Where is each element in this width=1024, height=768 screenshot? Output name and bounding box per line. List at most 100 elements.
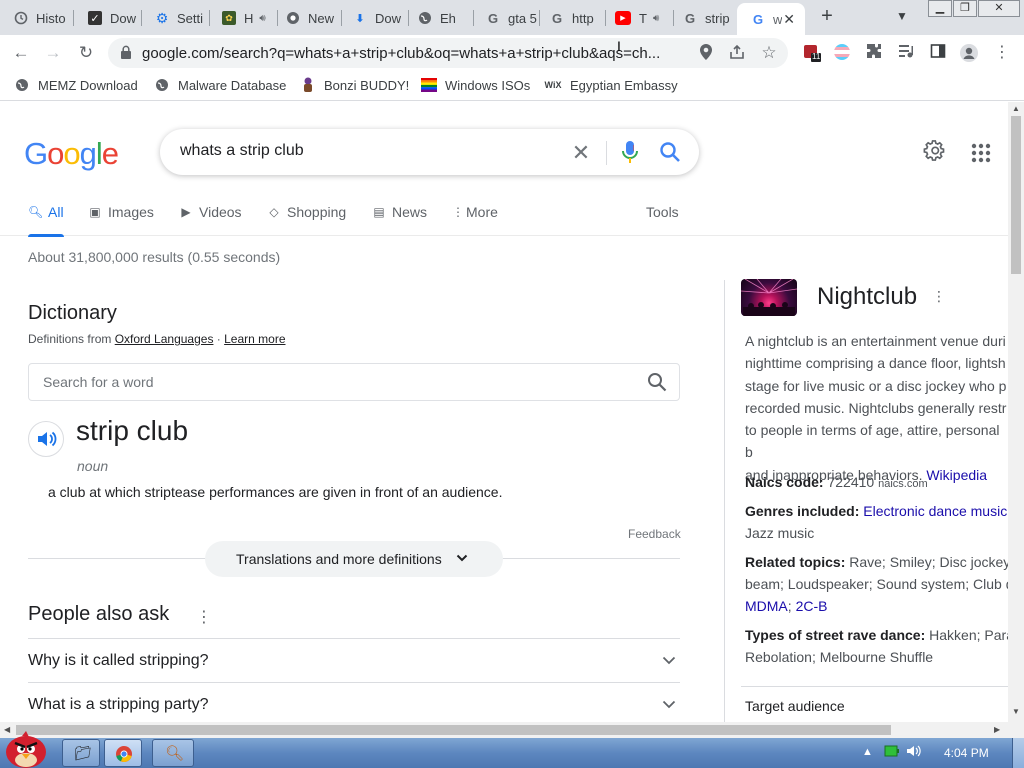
tab-download[interactable]: ✓ Dow bbox=[74, 3, 140, 33]
taskbar-search-button[interactable]: 🔍︎ bbox=[152, 739, 194, 767]
tools-button[interactable]: Tools bbox=[646, 204, 679, 220]
video-icon: ▶ bbox=[181, 205, 191, 219]
nightclub-thumbnail[interactable] bbox=[741, 279, 797, 316]
tab-eh[interactable]: Eh bbox=[404, 3, 472, 33]
tab-label: Eh bbox=[440, 10, 456, 26]
address-bar[interactable]: google.com/search?q=whats+a+strip+club&o… bbox=[108, 38, 788, 68]
naics-source[interactable]: naics.com bbox=[878, 478, 928, 490]
tab-active[interactable]: G w ✕ bbox=[737, 3, 805, 35]
profile-avatar-icon[interactable] bbox=[959, 43, 979, 63]
tab-all[interactable]: 🔍︎ All bbox=[28, 204, 64, 237]
audio-playing-icon[interactable]: 🔊︎ bbox=[653, 13, 659, 24]
text-cursor-icon: I bbox=[617, 38, 621, 54]
tab-youtube[interactable]: ▶ T 🔊︎ bbox=[601, 3, 671, 33]
oxford-languages-link[interactable]: Oxford Languages bbox=[115, 332, 214, 346]
restore-button[interactable]: ❐ bbox=[953, 0, 977, 17]
knowledge-panel-title: Nightclub bbox=[817, 283, 918, 310]
minimize-button[interactable]: ▁ bbox=[928, 0, 952, 17]
media-control-icon[interactable] bbox=[896, 43, 916, 63]
new-tab-button[interactable]: + bbox=[816, 6, 838, 28]
battery-icon[interactable] bbox=[884, 744, 900, 761]
tab-videos[interactable]: ▶ Videos bbox=[179, 204, 241, 220]
target-audience-label[interactable]: Target audience bbox=[745, 698, 845, 714]
tab-strip: Histo ✓ Dow ⚙ Setti ✿ H 🔊︎ New ⬇ Dow Eh … bbox=[0, 0, 1024, 35]
tray-show-hidden-icon[interactable]: ▲ bbox=[862, 746, 873, 758]
horizontal-scroll-thumb[interactable] bbox=[16, 725, 891, 735]
location-pin-icon[interactable] bbox=[697, 44, 715, 62]
tab-shopping[interactable]: ◇ Shopping bbox=[267, 204, 346, 220]
tab-history[interactable]: Histo bbox=[0, 3, 70, 33]
word-search-input[interactable]: Search for a word bbox=[28, 363, 680, 401]
bookmark-bonzi[interactable]: Bonzi BUDDY! bbox=[300, 77, 409, 93]
search-query[interactable]: whats a strip club bbox=[180, 142, 304, 160]
vertical-scrollbar[interactable]: ▲ ▼ bbox=[1008, 102, 1024, 722]
tab-settings[interactable]: ⚙ Setti bbox=[141, 3, 209, 33]
bookmark-egyptian-embassy[interactable]: WiX Egyptian Embassy bbox=[544, 77, 678, 93]
scroll-right-arrow-icon[interactable]: ▶ bbox=[994, 725, 1000, 734]
audio-playing-icon[interactable]: 🔊︎ bbox=[259, 13, 265, 24]
tab-images[interactable]: ▣ Images bbox=[88, 204, 154, 220]
taskbar-explorer-button[interactable]: 📁︎ bbox=[62, 739, 100, 767]
more-options-icon[interactable]: ⋮ bbox=[196, 607, 212, 627]
taskbar-clock[interactable]: 4:04 PM bbox=[944, 746, 989, 760]
browser-menu-icon[interactable]: ⋮ bbox=[992, 43, 1012, 63]
url-text[interactable]: google.com/search?q=whats+a+strip+club&o… bbox=[142, 45, 687, 62]
search-icon[interactable] bbox=[647, 372, 667, 392]
scroll-down-arrow-icon[interactable]: ▼ bbox=[1012, 707, 1020, 716]
google-apps-icon[interactable] bbox=[971, 143, 991, 163]
related-topics-label: Related topics: bbox=[745, 554, 846, 570]
electronic-dance-music-link[interactable]: Electronic dance music bbox=[863, 503, 1007, 519]
tab-strip[interactable]: G strip bbox=[669, 3, 737, 33]
knowledge-panel-description: A nightclub is an entertainment venue du… bbox=[745, 330, 1008, 486]
vertical-scroll-thumb[interactable] bbox=[1011, 116, 1021, 274]
voice-search-icon[interactable] bbox=[621, 140, 639, 164]
translations-more-button[interactable]: Translations and more definitions bbox=[205, 541, 503, 577]
bookmark-star-icon[interactable]: ☆ bbox=[760, 44, 778, 62]
start-button-angry-bird-icon[interactable] bbox=[2, 730, 50, 768]
tab-new[interactable]: New bbox=[272, 3, 338, 33]
mdma-link[interactable]: MDMA bbox=[745, 598, 788, 614]
bookmark-memz[interactable]: MEMZ Download bbox=[14, 77, 138, 93]
tab-game[interactable]: ✿ H 🔊︎ bbox=[208, 3, 276, 33]
google-g-icon: G bbox=[684, 10, 696, 26]
lock-icon[interactable] bbox=[120, 45, 132, 59]
close-window-button[interactable]: ✕ bbox=[978, 0, 1020, 17]
settings-gear-icon[interactable] bbox=[923, 140, 947, 164]
tab-search-chevron-icon[interactable]: ▼ bbox=[896, 9, 908, 23]
bookmark-windows-isos[interactable]: Windows ISOs bbox=[421, 77, 530, 93]
bookmark-malware-database[interactable]: Malware Database bbox=[154, 77, 286, 93]
tab-news[interactable]: ▤ News bbox=[372, 204, 427, 220]
dance-line: Rebolation; Melbourne Shuffle bbox=[745, 649, 934, 665]
extensions-puzzle-icon[interactable] bbox=[864, 43, 884, 63]
tab-label: strip bbox=[705, 10, 730, 26]
share-icon[interactable] bbox=[728, 44, 746, 62]
pronounce-speaker-icon[interactable] bbox=[28, 421, 64, 457]
question-row[interactable]: What is a stripping party? bbox=[28, 682, 680, 722]
learn-more-link[interactable]: Learn more bbox=[224, 332, 285, 346]
horizontal-scrollbar[interactable]: ◀ ▶ bbox=[0, 722, 1024, 738]
2cb-link[interactable]: 2C-B bbox=[796, 598, 828, 614]
question-row[interactable]: Why is it called stripping? bbox=[28, 638, 680, 682]
tab-more[interactable]: ⋮ More bbox=[452, 204, 498, 220]
google-logo[interactable]: Google bbox=[24, 136, 119, 172]
volume-icon[interactable] bbox=[906, 744, 922, 761]
feedback-link[interactable]: Feedback bbox=[628, 527, 681, 541]
reload-button[interactable]: ↻ bbox=[74, 41, 98, 65]
extension-badge-icon[interactable]: 11 bbox=[802, 43, 822, 63]
more-options-icon[interactable]: ⋮ bbox=[932, 288, 946, 305]
show-desktop-button[interactable] bbox=[1012, 738, 1024, 768]
forward-button[interactable]: → bbox=[41, 41, 65, 65]
search-box[interactable]: whats a strip club ✕ bbox=[160, 129, 699, 175]
tab-gta[interactable]: G gta 5 bbox=[472, 3, 538, 33]
close-tab-icon[interactable]: ✕ bbox=[783, 11, 795, 28]
side-panel-icon[interactable] bbox=[928, 43, 948, 63]
bookmarks-bar: MEMZ Download Malware Database Bonzi BUD… bbox=[0, 71, 1024, 101]
tab-download-2[interactable]: ⬇ Dow bbox=[339, 3, 407, 33]
clear-search-icon[interactable]: ✕ bbox=[570, 140, 592, 166]
trans-flag-extension-icon[interactable] bbox=[832, 43, 852, 63]
tab-http[interactable]: G http bbox=[536, 3, 604, 33]
scroll-up-arrow-icon[interactable]: ▲ bbox=[1012, 104, 1020, 113]
back-button[interactable]: ← bbox=[9, 41, 33, 65]
search-icon[interactable] bbox=[659, 141, 681, 163]
taskbar-chrome-button[interactable] bbox=[104, 739, 142, 767]
